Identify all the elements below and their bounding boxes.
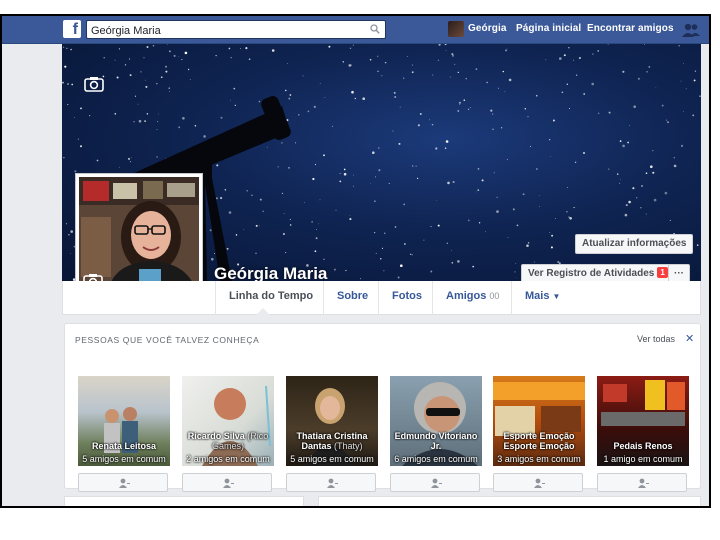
add-friend-button-4[interactable] (390, 473, 480, 492)
pymk-name-4[interactable]: Edmundo Vitoriano Jr. (392, 431, 480, 451)
tab-friends-count: 00 (489, 291, 500, 301)
pymk-photo-2 (202, 385, 271, 466)
add-friend-button-1[interactable] (78, 473, 168, 492)
pymk-mutual-3[interactable]: 5 amigos em comum (286, 454, 378, 464)
search-icon[interactable] (370, 24, 380, 34)
search-box[interactable] (86, 20, 386, 40)
add-friend-icon (327, 478, 338, 488)
pymk-card-4[interactable]: Edmundo Vitoriano Jr. 6 amigos em comum (390, 376, 482, 466)
pymk-mutual-1[interactable]: 5 amigos em comum (78, 454, 170, 464)
profile-picture-image (79, 177, 199, 296)
add-friend-button-3[interactable] (286, 473, 376, 492)
friends-icon[interactable] (682, 22, 700, 38)
activity-badge: 1 (657, 267, 668, 278)
left-column-box (64, 496, 304, 506)
pymk-photo-3 (304, 388, 356, 466)
pymk-photo-6 (601, 380, 685, 426)
pymk-mutual-6[interactable]: 1 amigo em comum (597, 454, 689, 464)
more-options-button[interactable]: ··· (668, 264, 690, 281)
pymk-mutual-4[interactable]: 6 amigos em comum (390, 454, 482, 464)
right-column-box (318, 496, 701, 506)
close-icon[interactable]: ✕ (685, 332, 694, 345)
chevron-down-icon: ▼ (552, 292, 561, 301)
pymk-card-1[interactable]: Renata Leitosa 5 amigos em comum (78, 376, 170, 466)
pymk-card-2[interactable]: Ricardo Silva (Rico Games) 2 amigos em c… (182, 376, 274, 466)
nav-home-link[interactable]: Página inicial (516, 23, 581, 34)
pymk-card-3[interactable]: Thatiara Cristina Dantas (Thaty) 5 amigo… (286, 376, 378, 466)
pymk-name-2[interactable]: Ricardo Silva (Rico Games) (184, 431, 272, 451)
add-friend-icon (534, 478, 545, 488)
nav-find-friends-link[interactable]: Encontrar amigos (587, 23, 674, 34)
activity-log-label: Ver Registro de Atividades (528, 268, 655, 279)
pymk-name-6[interactable]: Pedais Renos (599, 441, 687, 451)
profile-tabs: Linha do Tempo Sobre Fotos Amigos 00 Mai… (62, 281, 701, 315)
tab-photos[interactable]: Fotos (392, 290, 422, 302)
pymk-name-5[interactable]: Esporte Emoção Esporte Emoção (495, 431, 583, 451)
pymk-photo-4 (402, 382, 478, 466)
pymk-title: PESSOAS QUE VOCÊ TALVEZ CONHEÇA (75, 335, 260, 345)
add-friend-button-2[interactable] (182, 473, 272, 492)
see-all-link[interactable]: Ver todas (637, 334, 675, 344)
active-tab-pointer (256, 308, 270, 315)
add-friend-icon (431, 478, 442, 488)
camera-icon[interactable] (84, 76, 104, 92)
avatar[interactable] (448, 21, 464, 37)
pymk-name-1[interactable]: Renata Leitosa (80, 441, 168, 451)
browser-frame: f Geórgia Página inicial Encontrar amigo… (0, 14, 711, 508)
pymk-photo-1 (104, 407, 138, 453)
add-friend-icon (119, 478, 130, 488)
pymk-mutual-2[interactable]: 2 amigos em comum (182, 454, 274, 464)
pymk-card-6[interactable]: Pedais Renos 1 amigo em comum (597, 376, 689, 466)
tab-friends-label: Amigos (446, 290, 487, 302)
update-info-button[interactable]: Atualizar informações (575, 234, 694, 254)
add-friend-icon (638, 478, 649, 488)
top-bar: f Geórgia Página inicial Encontrar amigo… (2, 16, 709, 44)
tab-about[interactable]: Sobre (337, 290, 368, 302)
tab-timeline[interactable]: Linha do Tempo (229, 290, 313, 302)
search-input[interactable] (87, 22, 357, 40)
pymk-mutual-5[interactable]: 3 amigos em comum (493, 454, 585, 464)
people-you-may-know: PESSOAS QUE VOCÊ TALVEZ CONHEÇA Ver toda… (64, 323, 701, 492)
pymk-card-5[interactable]: Esporte Emoção Esporte Emoção 3 amigos e… (493, 376, 585, 466)
add-friend-button-5[interactable] (493, 473, 583, 492)
tab-more-label: Mais (525, 290, 550, 302)
pymk-name-3[interactable]: Thatiara Cristina Dantas (Thaty) (288, 431, 376, 451)
nav-profile-link[interactable]: Geórgia (468, 23, 507, 34)
tab-friends[interactable]: Amigos 00 (446, 290, 499, 302)
pymk-photo-5 (493, 382, 585, 436)
tab-more[interactable]: Mais ▼ (525, 290, 560, 302)
activity-log-button[interactable]: Ver Registro de Atividades 1 (521, 264, 675, 281)
facebook-logo-icon[interactable]: f (63, 20, 81, 38)
add-friend-icon (223, 478, 234, 488)
add-friend-button-6[interactable] (597, 473, 687, 492)
